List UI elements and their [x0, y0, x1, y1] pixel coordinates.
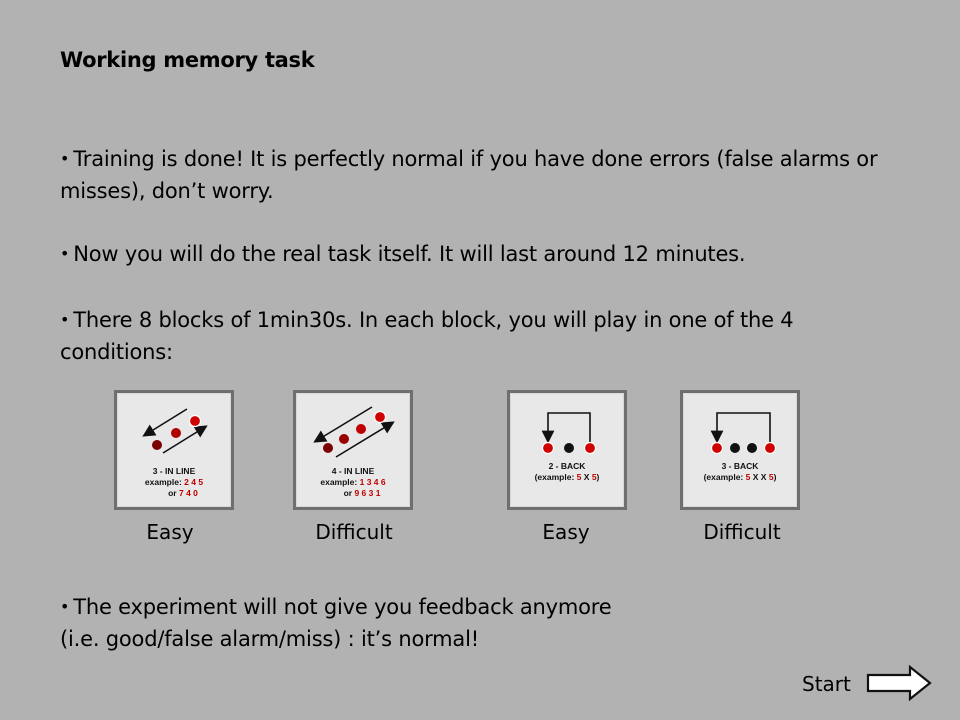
bullet-text: The experiment will not give you feedbac…	[73, 595, 612, 619]
right-arrow-icon[interactable]	[866, 665, 932, 701]
condition-caption: Easy	[542, 520, 590, 544]
condition-card-2-back: 2 - BACK (example: 5 X 5)	[507, 390, 627, 510]
condition-card-4-in-line: 4 - IN LINE example: 1 3 4 6 or 9 6 3 1	[293, 390, 413, 510]
three-back-diagram-icon	[710, 412, 777, 455]
bullet-text: Now you will do the real task itself. It…	[73, 242, 746, 266]
page-title: Working memory task	[60, 48, 315, 72]
start-label[interactable]: Start	[802, 672, 851, 696]
bullet-text-line2: (i.e. good/false alarm/miss) : it’s norm…	[60, 627, 479, 651]
bullet-text: There 8 blocks of 1min30s. In each block…	[60, 308, 794, 364]
condition-label: 3 - IN LINE	[152, 466, 196, 476]
condition-label: 4 - IN LINE	[331, 466, 375, 476]
condition-caption: Easy	[146, 520, 194, 544]
bullet-symbol: •	[60, 597, 70, 616]
bullet-training-done: • Training is done! It is perfectly norma…	[60, 143, 910, 207]
condition-example-alt: or 7 4 0	[168, 488, 198, 498]
condition-card-3-back: 3 - BACK (example: 5 X X 5)	[680, 390, 800, 510]
condition-example: example: 1 3 4 6	[320, 477, 386, 487]
bullet-blocks: • There 8 blocks of 1min30s. In each bloc…	[60, 304, 880, 368]
condition-label: 2 - BACK	[548, 461, 586, 471]
condition-card-3-in-line: 3 - IN LINE example: 2 4 5 or 7 4 0	[114, 390, 234, 510]
condition-example: (example: 5 X 5)	[534, 472, 600, 482]
condition-example: example: 2 4 5	[144, 477, 204, 487]
condition-caption: Difficult	[703, 520, 781, 544]
condition-caption: Difficult	[315, 520, 393, 544]
condition-example: (example: 5 X X 5)	[703, 472, 777, 482]
bullet-symbol: •	[60, 149, 70, 168]
bullet-real-task: • Now you will do the real task itself. I…	[60, 238, 746, 270]
bullet-symbol: •	[60, 244, 70, 263]
condition-example-alt: or 9 6 3 1	[343, 488, 381, 498]
condition-label: 3 - BACK	[721, 461, 759, 471]
bullet-symbol: •	[60, 310, 70, 329]
bullet-text: Training is done! It is perfectly normal…	[60, 147, 878, 203]
bullet-no-feedback: • The experiment will not give you feedba…	[60, 591, 612, 655]
two-back-diagram-icon	[541, 412, 597, 455]
